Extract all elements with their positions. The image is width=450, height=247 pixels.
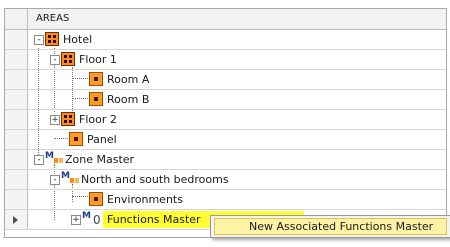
tree-row-label: Panel (87, 133, 117, 146)
row-gutter[interactable] (5, 70, 28, 89)
current-row-marker[interactable]: > (5, 210, 28, 229)
tree-row-room-b[interactable]: Room B (5, 90, 446, 110)
areas-tree-grid: AREAS - Hotel - Floor 1 Room A Room B + (4, 8, 447, 238)
menu-item-label: New Associated Functions Master (249, 220, 434, 233)
tree-row-floor-2[interactable]: + Floor 2 (5, 110, 446, 130)
header-row-gutter (5, 9, 28, 29)
tree-row-environments[interactable]: Environments (5, 190, 446, 210)
expand-icon[interactable]: + (50, 115, 60, 125)
expand-icon[interactable]: + (71, 215, 81, 225)
menu-item-new-associated-functions-master[interactable]: New Associated Functions Master (214, 218, 447, 235)
area-grid-icon (45, 32, 59, 46)
tree-row-label: Functions Master (107, 213, 201, 226)
collapse-icon[interactable]: - (34, 35, 44, 45)
area-grid-icon (61, 52, 75, 66)
row-gutter[interactable] (5, 150, 28, 169)
tree-row-floor-1[interactable]: - Floor 1 (5, 50, 446, 70)
collapse-icon[interactable]: - (34, 155, 44, 165)
tree-row-label: Hotel (63, 33, 93, 46)
room-icon (89, 72, 103, 86)
row-gutter[interactable] (5, 170, 28, 189)
tree-row-label: Floor 2 (79, 113, 117, 126)
tree-row-label: Room B (107, 93, 150, 106)
room-icon (69, 132, 83, 146)
tree-row-label: Floor 1 (79, 53, 117, 66)
tree-row-north-and-south-bedrooms[interactable]: - M North and south bedrooms (5, 170, 446, 190)
row-gutter[interactable] (5, 130, 28, 149)
row-gutter[interactable] (5, 30, 28, 49)
tree-row-label: North and south bedrooms (81, 173, 229, 186)
area-grid-icon (61, 112, 75, 126)
tree-row-label: Room A (107, 73, 150, 86)
context-menu: New Associated Functions Master (210, 215, 450, 238)
tree-row-panel[interactable]: Panel (5, 130, 446, 150)
room-icon (89, 192, 103, 206)
tree-row-label: Zone Master (65, 153, 135, 166)
tree-row-room-a[interactable]: Room A (5, 70, 446, 90)
row-gutter[interactable] (5, 190, 28, 209)
row-gutter[interactable] (5, 110, 28, 129)
functions-master-icon: M0 (82, 211, 101, 227)
column-header-areas[interactable]: AREAS (36, 13, 69, 24)
tree-row-label: Environments (107, 193, 183, 206)
tree-row-hotel[interactable]: - Hotel (5, 30, 446, 50)
collapse-icon[interactable]: - (50, 55, 60, 65)
row-gutter[interactable] (5, 50, 28, 69)
tree-row-zone-master[interactable]: - M Zone Master (5, 150, 446, 170)
zone-master-icon: M (45, 152, 63, 166)
room-icon (89, 92, 103, 106)
zone-master-icon: M (61, 172, 79, 186)
grid-header: AREAS (5, 9, 446, 30)
row-gutter[interactable] (5, 90, 28, 109)
collapse-icon[interactable]: - (50, 175, 60, 185)
